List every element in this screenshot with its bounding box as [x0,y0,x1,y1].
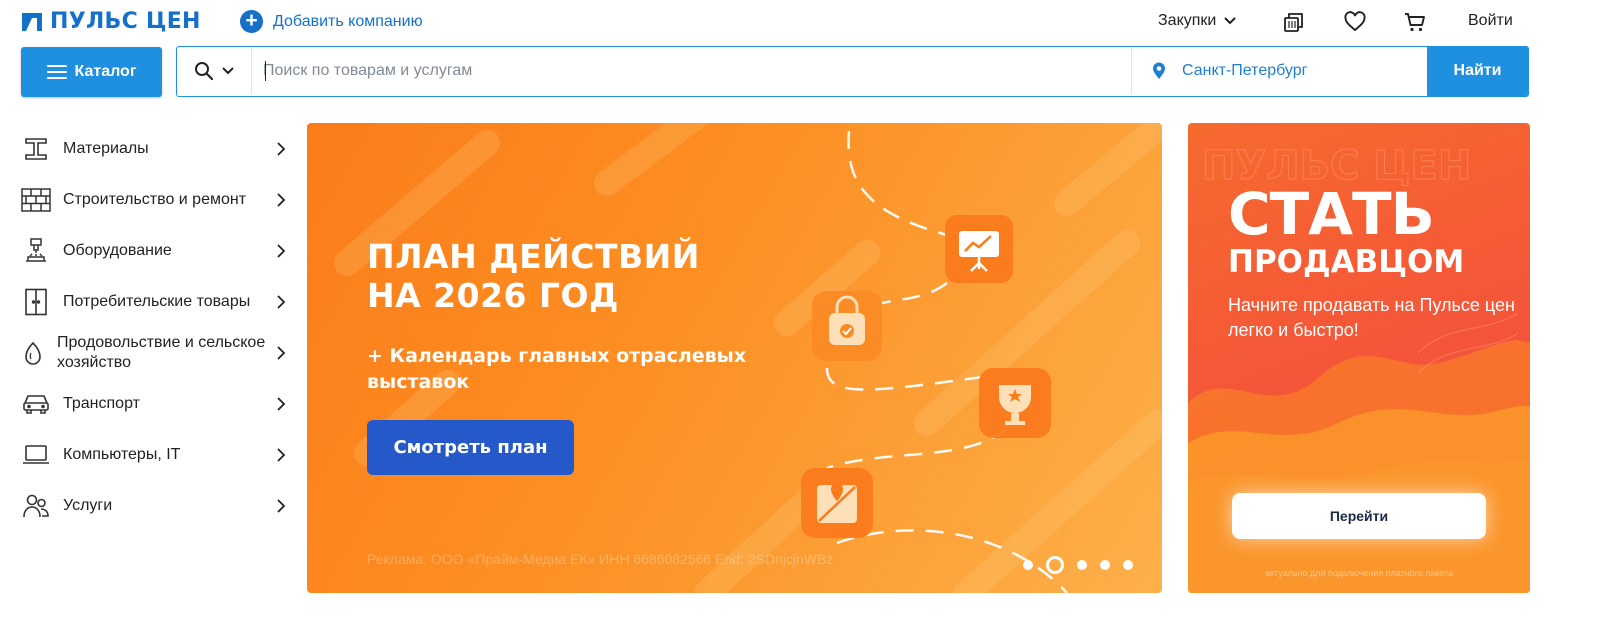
chevron-right-icon [277,295,286,309]
catalog-button[interactable]: Каталог [21,47,162,97]
compare-icon[interactable] [1282,10,1306,34]
promo-text: Начните продавать на Пульсе цен легко и … [1228,295,1515,340]
promo-title-mid: ПРОДАВЦОМ [1228,244,1465,280]
search-icon [195,62,214,81]
sidebar-item-services[interactable]: Услуги [20,482,290,530]
city-selector[interactable]: Санкт-Петербург [1131,47,1428,95]
car-icon [20,389,52,419]
sidebar-item-label: Услуги [63,497,113,514]
search-bar: Санкт-Петербург Найти [176,46,1529,97]
banner-title-line2: НА 2026 ГОД [367,276,619,315]
sidebar-item-label: Строительство и ремонт [63,191,247,208]
promo-title: СТАТЬ ПРОДАВЦОМ [1228,185,1464,278]
banner-title: ПЛАН ДЕЙСТВИЙ НА 2026 ГОД [367,237,787,315]
text-cursor [265,61,266,81]
chevron-right-icon [277,142,286,156]
sidebar-item-label: Потребительские товары [63,293,251,310]
chevron-down-icon [222,67,234,75]
banner-subtitle: + Календарь главных отраслевых выставок [367,345,747,393]
chevron-right-icon [277,193,286,207]
logo-text: ПУЛЬС ЦЕН [50,9,201,34]
login-link[interactable]: Войти [1468,12,1513,30]
sidebar-item-materials[interactable]: Материалы [20,125,290,173]
heart-icon[interactable] [1343,10,1367,34]
sidebar-item-label: Компьютеры, IT [63,446,181,463]
chevron-right-icon [277,499,286,513]
trophy-icon [979,368,1051,438]
purchases-label: Закупки [1158,12,1217,29]
sidebar-item-consumer-goods[interactable]: Потребительские товары [20,278,290,326]
become-seller-banner[interactable]: ПУЛЬС ЦЕН СТАТЬ ПРОДАВЦОМ Начните продав… [1188,123,1530,593]
brick-wall-icon [20,185,52,215]
sidebar-item-computers[interactable]: Компьютеры, IT [20,431,290,479]
location-pin-icon [1153,62,1165,79]
presentation-icon [945,215,1013,283]
banner-title-line1: ПЛАН ДЕЙСТВИЙ [367,237,700,276]
menu-icon [46,65,67,79]
laptop-icon [20,440,52,470]
sidebar-item-label: Оборудование [63,242,172,259]
i-beam-icon [20,134,52,164]
logo-icon [22,12,42,31]
seed-icon [20,338,46,368]
add-company-label: Добавить компанию [273,12,423,30]
chevron-right-icon [277,346,286,360]
shopping-bag-icon [812,291,882,361]
carousel-dot[interactable] [1077,560,1087,570]
chevron-down-icon [1224,17,1237,25]
purchases-dropdown[interactable]: Закупки [1158,12,1237,30]
carousel-dot-active[interactable] [1046,556,1064,574]
search-type-dropdown[interactable] [177,47,252,95]
map-image-icon [801,468,873,538]
machine-tool-icon [20,236,52,266]
carousel-dot[interactable] [1023,560,1033,570]
top-bar: ПУЛЬС ЦЕН + Добавить компанию Закупки Во… [0,0,1600,44]
carousel-dot[interactable] [1100,560,1110,570]
catalog-label: Каталог [74,63,137,80]
sidebar-item-label: Продовольствие и сельское хозяйство [57,334,266,371]
plus-icon: + [240,10,263,33]
view-plan-button[interactable]: Смотреть план [367,420,574,475]
chevron-right-icon [277,244,286,258]
carousel-dots [1023,555,1133,575]
sidebar-item-label: Материалы [63,140,149,157]
go-button[interactable]: Перейти [1232,493,1486,539]
ad-disclaimer: Реклама. ООО «Прайм-Медиа ЕК» ИНН 668608… [367,551,834,567]
search-input[interactable] [263,57,1123,85]
cart-icon[interactable] [1403,10,1427,34]
people-icon [20,491,52,521]
search-submit-button[interactable]: Найти [1427,46,1528,96]
promo-note: актуально для подключения платного пакет… [1264,568,1454,578]
promo-title-big: СТАТЬ [1228,180,1435,248]
sidebar-item-equipment[interactable]: Оборудование [20,227,290,275]
site-logo[interactable]: ПУЛЬС ЦЕН [20,9,201,34]
sidebar-item-construction[interactable]: Строительство и ремонт [20,176,290,224]
sidebar-item-food-agriculture[interactable]: Продовольствие и сельское хозяйство [20,329,290,377]
add-company-link[interactable]: + Добавить компанию [240,10,423,33]
chevron-right-icon [277,448,286,462]
carousel-dot[interactable] [1123,560,1133,570]
city-label: Санкт-Петербург [1182,62,1308,79]
chevron-right-icon [277,397,286,411]
sidebar-item-transport[interactable]: Транспорт [20,380,290,428]
wardrobe-icon [20,287,52,317]
sidebar-item-label: Транспорт [63,395,140,412]
promo-banner-carousel[interactable]: ПЛАН ДЕЙСТВИЙ НА 2026 ГОД + Календарь гл… [307,123,1162,593]
